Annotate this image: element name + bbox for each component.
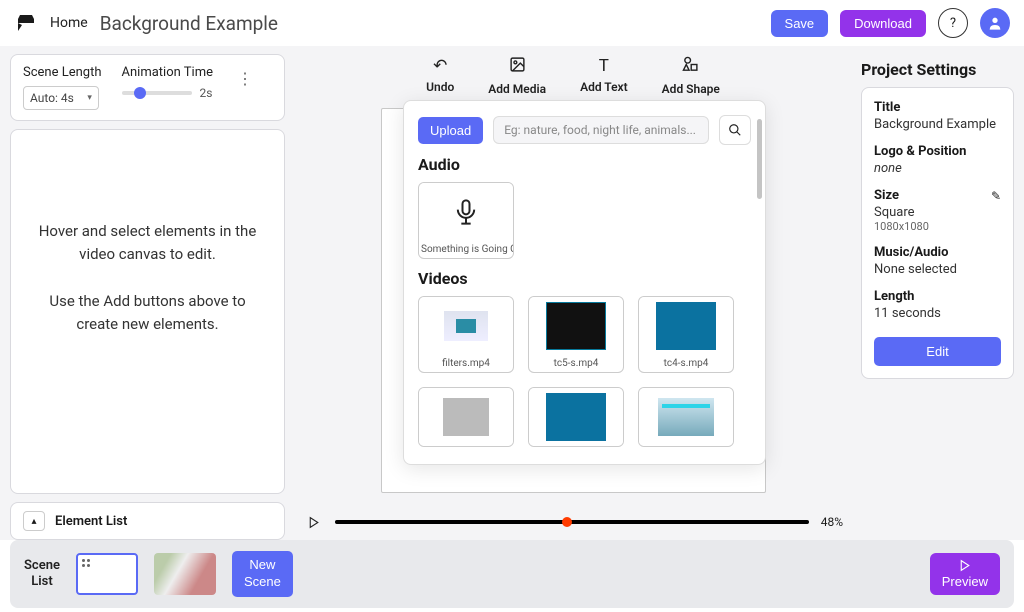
- canvas-hint-card: Hover and select elements in the video c…: [10, 129, 285, 494]
- project-settings-card: Title Background Example Logo & Position…: [861, 87, 1014, 379]
- videos-section-header: Videos: [418, 269, 751, 288]
- size-value: Square: [874, 205, 1001, 220]
- video-item[interactable]: tc5-s.mp4: [528, 296, 624, 373]
- logo-label: Logo & Position: [874, 144, 1001, 159]
- project-settings-header: Project Settings: [861, 60, 1014, 79]
- timeline-track[interactable]: [335, 520, 809, 524]
- app-logo-icon: [14, 11, 38, 35]
- preview-button[interactable]: Preview: [930, 553, 1000, 595]
- title-value: Background Example: [874, 117, 1001, 132]
- audio-item[interactable]: Something is Going On: [418, 182, 514, 259]
- play-button[interactable]: [303, 512, 323, 532]
- music-label: Music/Audio: [874, 245, 1001, 260]
- video-item[interactable]: [528, 387, 624, 447]
- animation-time-slider[interactable]: [122, 91, 192, 95]
- microphone-icon: [452, 198, 480, 226]
- scene-settings-card: Scene Length Auto: 4s Animation Time 2s …: [10, 54, 285, 121]
- add-text-button[interactable]: T Add Text: [580, 56, 628, 96]
- scene-length-label: Scene Length: [23, 65, 102, 80]
- play-icon: [958, 559, 971, 572]
- add-shape-button[interactable]: Add Shape: [662, 56, 720, 96]
- topbar: Home Background Example Save Download ?: [0, 0, 1024, 46]
- chevron-up-icon[interactable]: ▴: [23, 511, 45, 531]
- video-item[interactable]: tc4-s.mp4: [638, 296, 734, 373]
- canvas-toolbar: ↶ Undo Add Media T Add Text Add Shape: [295, 50, 851, 100]
- music-value: None selected: [874, 262, 1001, 277]
- length-label: Length: [874, 289, 1001, 304]
- element-list-label: Element List: [55, 514, 127, 529]
- animation-time-value: 2s: [200, 86, 213, 100]
- avatar[interactable]: [980, 8, 1010, 38]
- download-button[interactable]: Download: [840, 10, 926, 37]
- scrollbar[interactable]: [757, 119, 762, 199]
- video-item[interactable]: [638, 387, 734, 447]
- media-popover: Upload Eg: nature, food, night life, ani…: [403, 100, 766, 465]
- size-dims: 1080x1080: [874, 220, 1001, 233]
- right-panel: Project Settings Title Background Exampl…: [861, 46, 1014, 540]
- save-button[interactable]: Save: [771, 10, 829, 37]
- size-label: Size: [874, 188, 899, 203]
- animation-time-label: Animation Time: [122, 65, 213, 80]
- title-label: Title: [874, 100, 1001, 115]
- timeline-percent: 48%: [821, 515, 843, 529]
- scene-thumb-1[interactable]: [76, 553, 138, 595]
- upload-button[interactable]: Upload: [418, 117, 483, 144]
- pencil-icon[interactable]: ✎: [991, 189, 1001, 203]
- timeline-thumb[interactable]: [562, 517, 572, 527]
- new-scene-button[interactable]: New Scene: [232, 551, 293, 597]
- scene-settings-menu-icon[interactable]: ⋮: [233, 65, 257, 92]
- text-icon: T: [599, 56, 609, 76]
- logo-value: none: [874, 161, 1001, 176]
- scene-thumb-2[interactable]: [154, 553, 216, 595]
- scene-length-dropdown[interactable]: Auto: 4s: [23, 86, 99, 110]
- shapes-icon: [682, 56, 699, 78]
- grip-icon: [82, 559, 90, 567]
- element-list-header[interactable]: ▴ Element List: [10, 502, 285, 540]
- bottom-bar: Scene List New Scene Preview: [10, 540, 1014, 608]
- image-icon: [509, 56, 526, 78]
- scene-list-label: Scene List: [24, 558, 60, 589]
- page-title: Background Example: [100, 12, 278, 35]
- add-media-button[interactable]: Add Media: [488, 56, 546, 96]
- audio-section-header: Audio: [418, 155, 751, 174]
- undo-button[interactable]: ↶ Undo: [426, 56, 454, 96]
- media-search-input[interactable]: Eg: nature, food, night life, animals...: [493, 116, 709, 144]
- search-button[interactable]: [719, 115, 751, 145]
- edit-project-button[interactable]: Edit: [874, 337, 1001, 366]
- video-item[interactable]: [418, 387, 514, 447]
- canvas-hint-line1: Hover and select elements in the video c…: [35, 220, 260, 267]
- home-link[interactable]: Home: [50, 15, 88, 31]
- video-item[interactable]: filters.mp4: [418, 296, 514, 373]
- length-value: 11 seconds: [874, 306, 1001, 321]
- main-area: Scene Length Auto: 4s Animation Time 2s …: [0, 46, 1024, 540]
- canvas-hint-line2: Use the Add buttons above to create new …: [35, 290, 260, 337]
- center-panel: ↶ Undo Add Media T Add Text Add Shape: [295, 46, 851, 540]
- help-icon[interactable]: ?: [938, 8, 968, 38]
- left-panel: Scene Length Auto: 4s Animation Time 2s …: [10, 46, 285, 540]
- timeline: 48%: [295, 506, 851, 540]
- undo-icon: ↶: [433, 56, 447, 76]
